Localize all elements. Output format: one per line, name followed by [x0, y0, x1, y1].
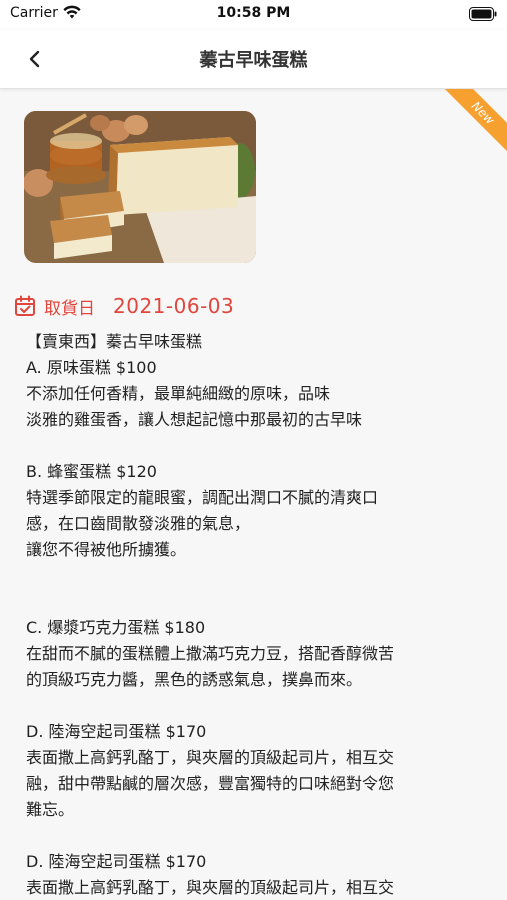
- item-a-text: 淡雅的雞蛋香，讓人想起記憶中那最初的古早味: [26, 410, 363, 429]
- item-d2-name: D. 陸海空起司蛋糕 $170: [26, 852, 207, 871]
- product-detail: New 取貨日 2021-06-03 【賣東西】蓁古早味蛋糕 A. 原味蛋糕 $…: [0, 89, 507, 900]
- item-d-text: 融，甜中帶點鹹的層次感，豐富獨特的口味絕對令您: [26, 774, 395, 793]
- page-title: 蓁古早味蛋糕: [199, 50, 308, 71]
- status-bar: Carrier 10:58 PM: [0, 0, 507, 30]
- navigation-bar: 蓁古早味蛋糕: [0, 30, 507, 89]
- pickup-date: 2021-06-03: [113, 294, 235, 318]
- item-b-name: B. 蜂蜜蛋糕 $120: [26, 462, 157, 481]
- battery-icon: [469, 6, 497, 25]
- item-d-text: 表面撒上高鈣乳酪丁，與夾層的頂級起司片，相互交: [26, 748, 395, 767]
- product-photo: [24, 111, 256, 263]
- item-d-text: 難忘。: [26, 800, 75, 819]
- item-a-text: 不添加任何香精，最單純細緻的原味，品味: [26, 384, 331, 403]
- pickup-date-row: 取貨日 2021-06-03: [14, 291, 234, 321]
- product-description: 【賣東西】蓁古早味蛋糕 A. 原味蛋糕 $100 不添加任何香精，最單純細緻的原…: [26, 329, 486, 900]
- item-a-name: A. 原味蛋糕 $100: [26, 358, 157, 377]
- item-c-text: 的頂級巧克力醬，黑色的誘惑氣息，撲鼻而來。: [26, 670, 363, 689]
- description-title: 【賣東西】蓁古早味蛋糕: [26, 332, 203, 351]
- item-b-text: 讓您不得被他所擄獲。: [26, 540, 187, 559]
- item-d2-text: 表面撒上高鈣乳酪丁，與夾層的頂級起司片，相互交: [26, 878, 395, 897]
- item-d-name: D. 陸海空起司蛋糕 $170: [26, 722, 207, 741]
- new-badge: New: [443, 89, 507, 153]
- pickup-label: 取貨日: [44, 298, 95, 319]
- status-time: 10:58 PM: [216, 5, 291, 21]
- item-c-text: 在甜而不膩的蛋糕體上撒滿巧克力豆，搭配香醇微苦: [26, 644, 395, 663]
- new-ribbon: New: [443, 89, 507, 153]
- item-c-name: C. 爆漿巧克力蛋糕 $180: [26, 618, 206, 637]
- item-b-text: 特選季節限定的龍眼蜜，調配出潤口不膩的清爽口: [26, 488, 379, 507]
- item-b-text: 感，在口齒間散發淡雅的氣息，: [26, 514, 251, 533]
- calendar-check-icon: [15, 295, 35, 316]
